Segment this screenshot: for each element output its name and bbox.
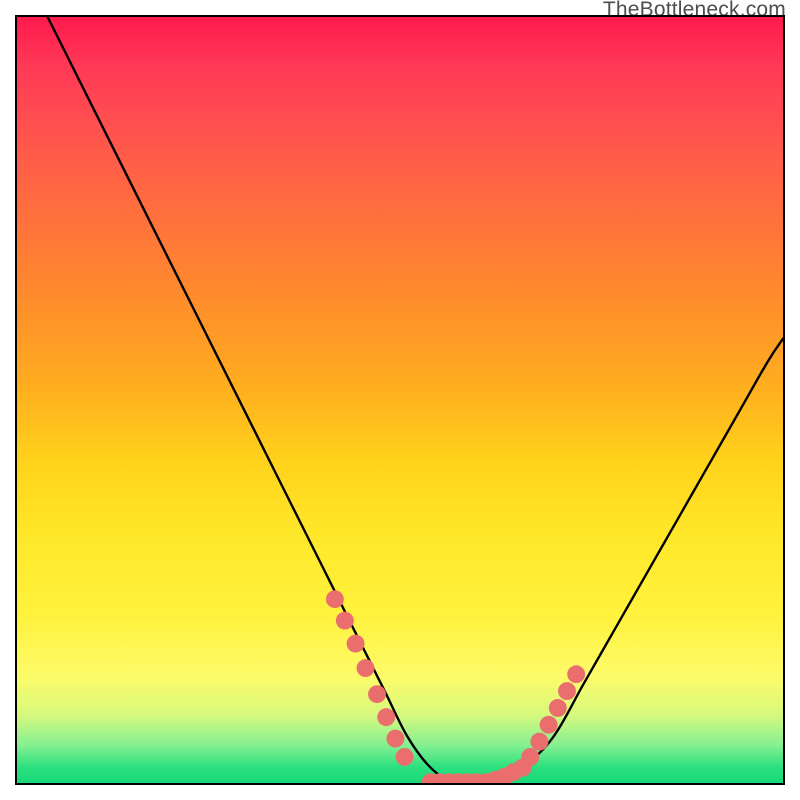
plot-area	[15, 15, 785, 785]
highlight-dot	[326, 590, 344, 608]
chart-frame: TheBottleneck.com	[0, 0, 800, 800]
highlight-dot	[530, 733, 548, 751]
highlight-dot	[396, 748, 414, 766]
curve-layer	[48, 17, 783, 783]
highlight-dot	[377, 708, 395, 726]
highlight-dots-layer	[326, 590, 585, 783]
highlight-dot	[336, 612, 354, 630]
bottleneck-curve-path	[48, 17, 783, 783]
highlight-dot	[386, 730, 404, 748]
chart-svg	[17, 17, 783, 783]
highlight-dot	[540, 716, 558, 734]
highlight-dot	[558, 682, 576, 700]
highlight-dot	[567, 665, 585, 683]
highlight-dot	[549, 699, 567, 717]
highlight-dot	[357, 659, 375, 677]
highlight-dot	[347, 635, 365, 653]
highlight-dot	[368, 685, 386, 703]
highlight-dot	[521, 748, 539, 766]
